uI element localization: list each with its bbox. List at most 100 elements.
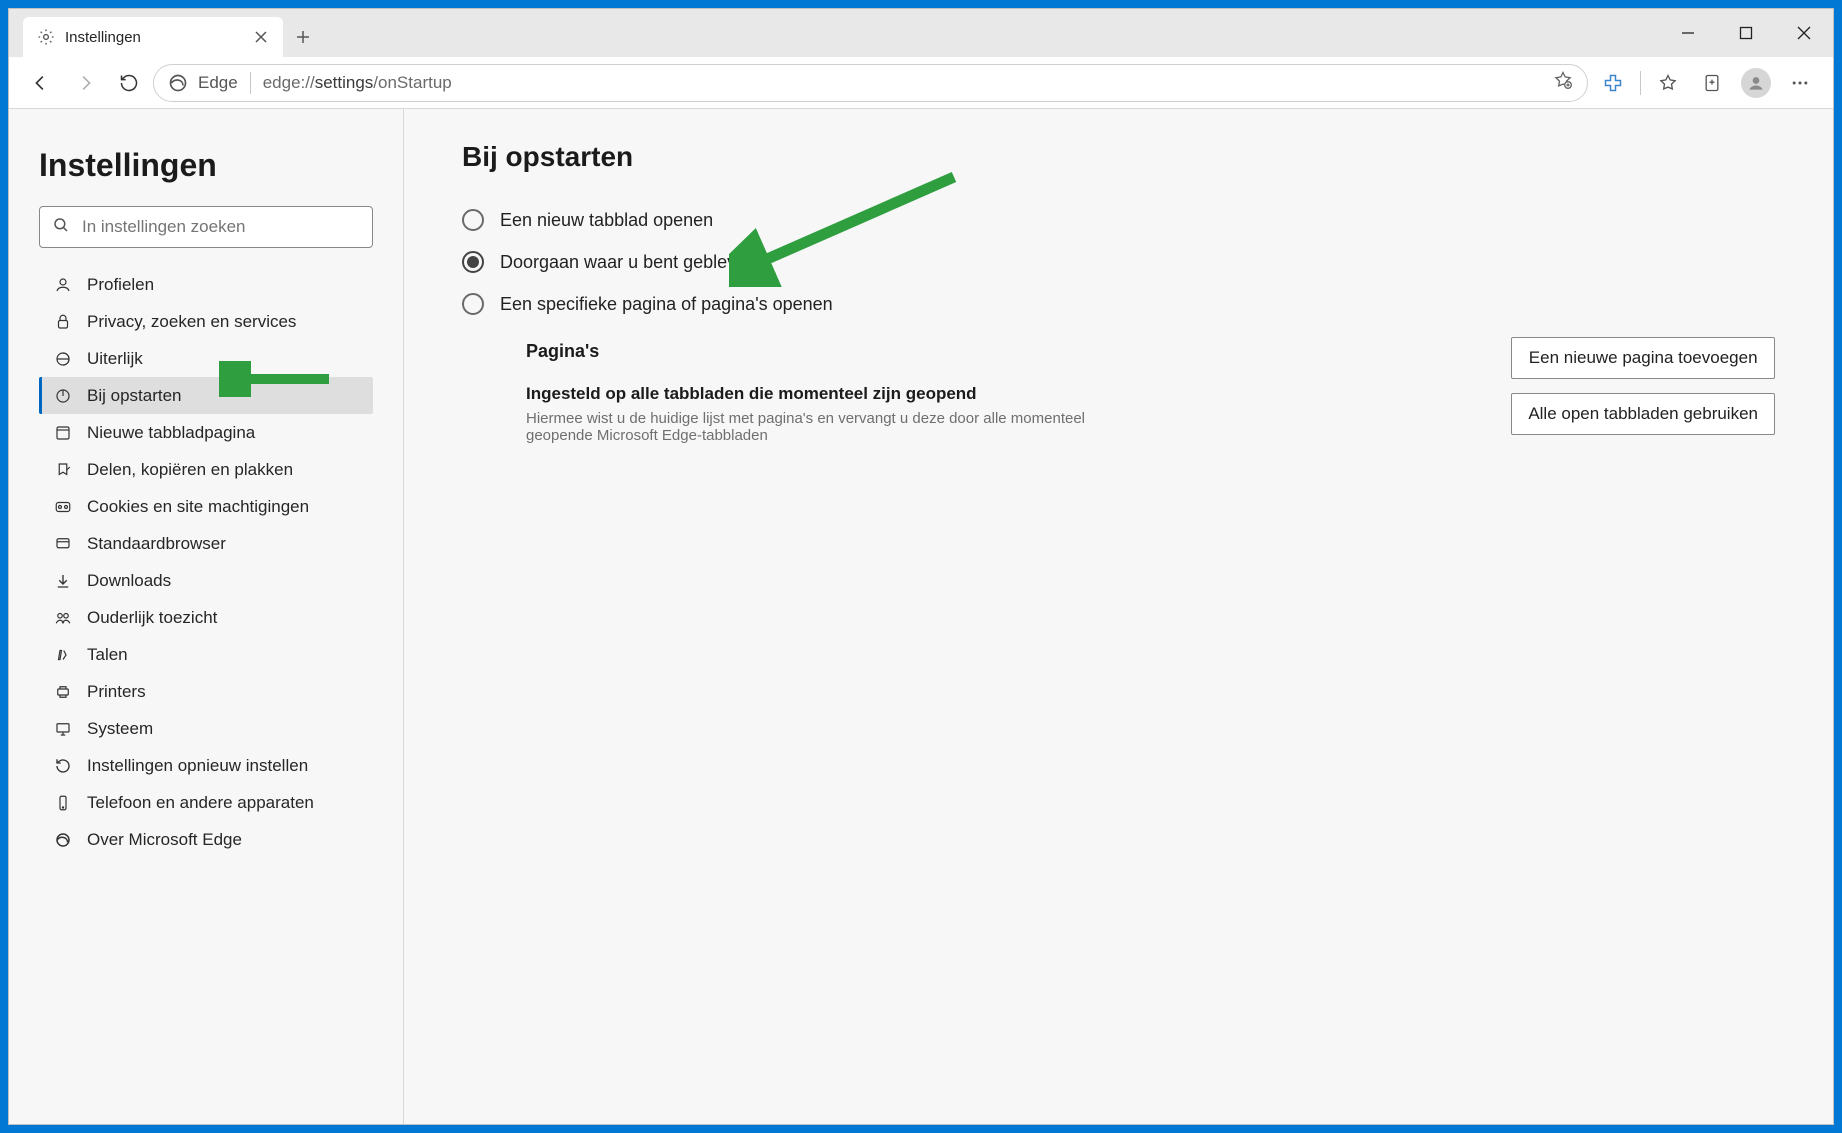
sidebar-item-1[interactable]: Privacy, zoeken en services: [39, 303, 373, 340]
sidebar-item-icon: [53, 682, 73, 702]
edge-logo-icon: [168, 73, 188, 93]
close-window-button[interactable]: [1775, 9, 1833, 57]
sidebar-item-label: Systeem: [87, 719, 153, 739]
sidebar-item-icon: [53, 497, 73, 517]
sidebar-item-icon: [53, 423, 73, 443]
sidebar-item-icon: [53, 571, 73, 591]
browser-tab[interactable]: Instellingen: [23, 17, 283, 57]
address-scheme: Edge: [198, 73, 238, 93]
add-page-button[interactable]: Een nieuwe pagina toevoegen: [1511, 337, 1775, 379]
sidebar-item-label: Delen, kopiëren en plakken: [87, 460, 293, 480]
sidebar-item-label: Ouderlijk toezicht: [87, 608, 217, 628]
sidebar-item-label: Instellingen opnieuw instellen: [87, 756, 308, 776]
sidebar-item-label: Privacy, zoeken en services: [87, 312, 296, 332]
sidebar-item-label: Telefoon en andere apparaten: [87, 793, 314, 813]
reload-button[interactable]: [109, 63, 149, 103]
sidebar-item-label: Over Microsoft Edge: [87, 830, 242, 850]
pages-subtitle: Ingesteld op alle tabbladen die momentee…: [526, 384, 1487, 404]
pages-subtext: Hiermee wist u de huidige lijst met pagi…: [526, 410, 1086, 444]
sidebar-item-label: Bij opstarten: [87, 386, 182, 406]
sidebar-item-2[interactable]: Uiterlijk: [39, 340, 373, 377]
radio-label: Een specifieke pagina of pagina's openen: [500, 294, 833, 315]
sidebar-item-5[interactable]: Delen, kopiëren en plakken: [39, 451, 373, 488]
titlebar: Instellingen: [9, 9, 1833, 57]
profile-button[interactable]: [1735, 63, 1777, 103]
radio-icon: [462, 209, 484, 231]
sidebar-nav: Profielen Privacy, zoeken en services Uite…: [39, 266, 373, 858]
pages-heading: Pagina's: [526, 341, 1487, 362]
settings-search[interactable]: [39, 206, 373, 248]
tab-title: Instellingen: [65, 29, 243, 46]
sidebar-item-label: Talen: [87, 645, 128, 665]
close-tab-icon[interactable]: [253, 29, 269, 45]
sidebar-item-label: Printers: [87, 682, 146, 702]
startup-options: Een nieuw tabblad openen Doorgaan waar u …: [462, 199, 1775, 325]
sidebar-item-icon: [53, 460, 73, 480]
forward-button[interactable]: [65, 63, 105, 103]
extensions-icon[interactable]: [1592, 63, 1634, 103]
sidebar-item-icon: [53, 349, 73, 369]
sidebar-item-label: Standaardbrowser: [87, 534, 226, 554]
page-heading: Bij opstarten: [462, 141, 1775, 173]
sidebar-item-label: Downloads: [87, 571, 171, 591]
browser-toolbar: Edge edge://settings/onStartup: [9, 57, 1833, 109]
search-icon: [52, 216, 70, 239]
sidebar-item-6[interactable]: Cookies en site machtigingen: [39, 488, 373, 525]
settings-search-input[interactable]: [82, 217, 360, 237]
startup-option-1[interactable]: Doorgaan waar u bent gebleven: [462, 241, 1775, 283]
browser-window: Instellingen Edge e: [8, 8, 1834, 1125]
minimize-button[interactable]: [1659, 9, 1717, 57]
back-button[interactable]: [21, 63, 61, 103]
sidebar-item-icon: [53, 793, 73, 813]
toolbar-right: [1592, 63, 1821, 103]
sidebar-item-13[interactable]: Instellingen opnieuw instellen: [39, 747, 373, 784]
sidebar-item-icon: [53, 386, 73, 406]
radio-icon: [462, 251, 484, 273]
settings-main: Bij opstarten Een nieuw tabblad openen Do…: [404, 109, 1833, 1124]
sidebar-item-icon: [53, 719, 73, 739]
settings-page: Instellingen Profielen Privacy, zoeken en…: [9, 109, 1833, 1124]
sidebar-item-9[interactable]: Ouderlijk toezicht: [39, 599, 373, 636]
sidebar-item-15[interactable]: Over Microsoft Edge: [39, 821, 373, 858]
gear-icon: [37, 28, 55, 46]
settings-sidebar: Instellingen Profielen Privacy, zoeken en…: [9, 109, 404, 1124]
radio-label: Doorgaan waar u bent gebleven: [500, 252, 756, 273]
more-menu-icon[interactable]: [1779, 63, 1821, 103]
maximize-button[interactable]: [1717, 9, 1775, 57]
sidebar-item-icon: [53, 608, 73, 628]
sidebar-item-7[interactable]: Standaardbrowser: [39, 525, 373, 562]
sidebar-item-4[interactable]: Nieuwe tabbladpagina: [39, 414, 373, 451]
sidebar-item-icon: [53, 312, 73, 332]
startup-option-2[interactable]: Een specifieke pagina of pagina's openen: [462, 283, 1775, 325]
sidebar-item-label: Cookies en site machtigingen: [87, 497, 309, 517]
sidebar-item-12[interactable]: Systeem: [39, 710, 373, 747]
sidebar-item-icon: [53, 756, 73, 776]
sidebar-item-11[interactable]: Printers: [39, 673, 373, 710]
sidebar-item-14[interactable]: Telefoon en andere apparaten: [39, 784, 373, 821]
sidebar-item-label: Uiterlijk: [87, 349, 143, 369]
avatar-icon: [1741, 68, 1771, 98]
pages-section: Pagina's Ingesteld op alle tabbladen die…: [526, 341, 1775, 444]
new-tab-button[interactable]: [283, 17, 323, 57]
address-url: edge://settings/onStartup: [263, 73, 452, 93]
sidebar-item-icon: [53, 534, 73, 554]
toolbar-divider: [1640, 71, 1641, 95]
sidebar-item-label: Nieuwe tabbladpagina: [87, 423, 255, 443]
startup-option-0[interactable]: Een nieuw tabblad openen: [462, 199, 1775, 241]
favorites-icon[interactable]: [1647, 63, 1689, 103]
sidebar-item-icon: [53, 645, 73, 665]
sidebar-title: Instellingen: [39, 147, 373, 184]
sidebar-item-8[interactable]: Downloads: [39, 562, 373, 599]
use-all-tabs-button[interactable]: Alle open tabbladen gebruiken: [1511, 393, 1775, 435]
sidebar-item-icon: [53, 275, 73, 295]
sidebar-item-10[interactable]: Talen: [39, 636, 373, 673]
window-controls: [1659, 9, 1833, 57]
sidebar-item-3[interactable]: Bij opstarten: [39, 377, 373, 414]
radio-icon: [462, 293, 484, 315]
address-divider: [250, 72, 251, 94]
address-bar[interactable]: Edge edge://settings/onStartup: [153, 64, 1588, 102]
collections-icon[interactable]: [1691, 63, 1733, 103]
sidebar-item-label: Profielen: [87, 275, 154, 295]
favorite-icon[interactable]: [1553, 70, 1573, 95]
sidebar-item-0[interactable]: Profielen: [39, 266, 373, 303]
